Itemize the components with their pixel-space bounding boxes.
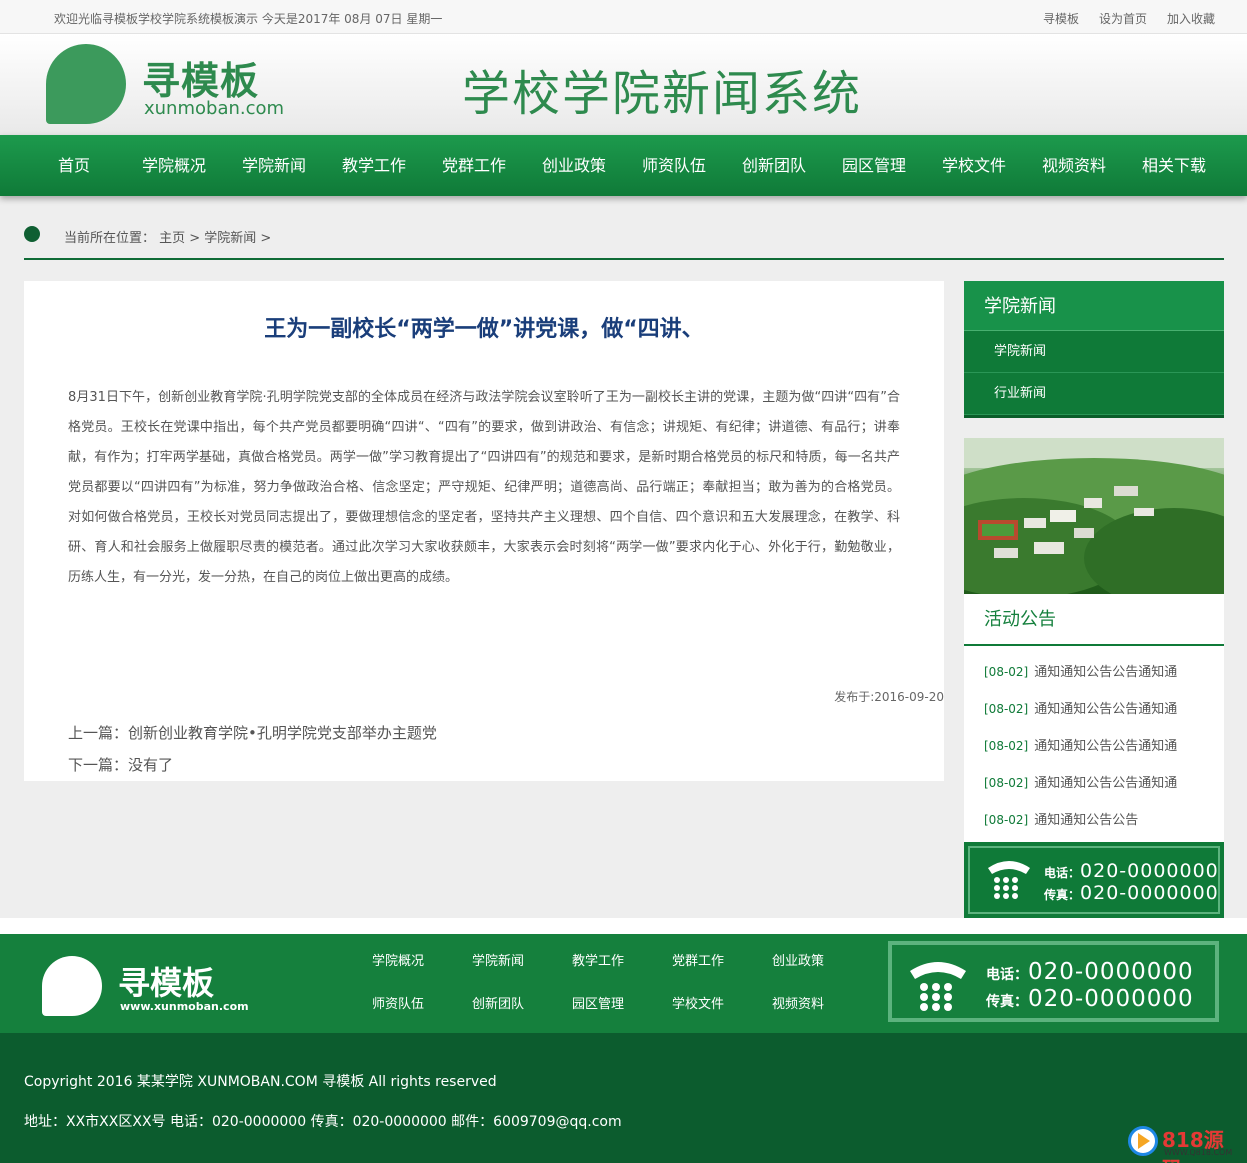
sidebar-item-college-news[interactable]: 学院新闻 (964, 331, 1224, 373)
footer-logo-text: 寻模板 (118, 964, 215, 1002)
tel-label: 电话： (1044, 866, 1081, 880)
logo-url: xunmoban.com (144, 98, 285, 119)
footer-fax-number: 020-0000000 (1028, 986, 1194, 1012)
footer-fax-label: 传真： (986, 994, 1028, 1010)
footer-logo[interactable]: 寻模板 www.xunmoban.com (42, 954, 252, 1018)
article: 王为一副校长“两学一做”讲党课，做“四讲、 8月31日下午，创新创业教育学院·孔… (24, 281, 944, 781)
footer-link-party[interactable]: 党群工作 (648, 944, 748, 987)
footer-links: 学院概况 学院新闻 教学工作 党群工作 创业政策 师资队伍 创新团队 园区管理 … (348, 944, 848, 1030)
location-dot-icon (24, 226, 40, 242)
nav-item-innovation-team[interactable]: 创新团队 (724, 135, 824, 196)
nav-item-overview[interactable]: 学院概况 (124, 135, 224, 196)
notice-date: [08-02] (984, 813, 1029, 827)
sidebar-item-industry-news[interactable]: 行业新闻 (964, 373, 1224, 415)
footer-link-faculty[interactable]: 师资队伍 (348, 987, 448, 1030)
list-item[interactable]: [08-02] 通知通知公告公告 (964, 802, 1224, 839)
footer-telephone-icon (908, 959, 968, 1015)
notice-panel: 活动公告 [08-02] 通知通知公告公告通知通 [08-02] 通知通知公告公告通… (964, 594, 1224, 842)
top-bar: 欢迎光临寻模板学校学院系统模板演示 今天是2017年 08月 07日 星期一 寻… (0, 0, 1247, 34)
footer-tel-label: 电话： (986, 967, 1028, 983)
footer-link-overview[interactable]: 学院概况 (348, 944, 448, 987)
notice-date: [08-02] (984, 702, 1029, 716)
notice-text: 通知通知公告公告 (1034, 813, 1139, 828)
notice-text: 通知通知公告公告通知通 (1034, 739, 1178, 754)
footer-link-campus-management[interactable]: 园区管理 (548, 987, 648, 1030)
list-item[interactable]: [08-02] 通知通知公告公告通知通 (964, 691, 1224, 728)
publish-date: 发布于:2016-09-20 (834, 690, 944, 704)
logo-text: 寻模板 (142, 59, 260, 103)
nav-item-faculty[interactable]: 师资队伍 (624, 135, 724, 196)
footer-logo-url: www.xunmoban.com (120, 1000, 249, 1013)
watermark-brand: 818源码 (1162, 1128, 1224, 1163)
notice-text: 通知通知公告公告通知通 (1034, 702, 1178, 717)
footer-link-news[interactable]: 学院新闻 (448, 944, 548, 987)
header: 寻模板 xunmoban.com 学校学院新闻系统 (0, 34, 1247, 135)
footer-tel-number: 020-0000000 (1028, 959, 1194, 985)
site-logo[interactable]: 寻模板 xunmoban.com (46, 44, 286, 124)
nav-item-teaching[interactable]: 教学工作 (324, 135, 424, 196)
article-body: 8月31日下午，创新创业教育学院·孔明学院党支部的全体成员在经济与政法学院会议室… (68, 390, 900, 585)
notice-date: [08-02] (984, 665, 1029, 679)
sidebar-news-title: 学院新闻 (964, 281, 1224, 331)
notice-text: 通知通知公告公告通知通 (1034, 665, 1178, 680)
notice-date: [08-02] (984, 776, 1029, 790)
footer-link-teaching[interactable]: 教学工作 (548, 944, 648, 987)
footer-contact: 电话：020-0000000 传真：020-0000000 (888, 941, 1219, 1022)
fax-number: 020-0000000 (1080, 882, 1219, 904)
next-article-link[interactable]: 下一篇：没有了 (68, 754, 173, 775)
prev-article-link[interactable]: 上一篇：创新创业教育学院•孔明学院党支部举办主题党 (68, 722, 437, 743)
nav-item-videos[interactable]: 视频资料 (1024, 135, 1124, 196)
top-links: 寻模板 设为首页 加入收藏 (1043, 10, 1215, 27)
nav-item-news[interactable]: 学院新闻 (224, 135, 324, 196)
play-icon (1138, 1133, 1150, 1149)
footer-link-startup-policy[interactable]: 创业政策 (748, 944, 848, 987)
footer-logo-bubble-icon (42, 956, 102, 1016)
site-title: 学校学院新闻系统 (462, 66, 863, 122)
telephone-icon (986, 858, 1032, 904)
welcome-text: 欢迎光临寻模板学校学院系统模板演示 今天是2017年 08月 07日 星期一 (54, 12, 443, 26)
footer-link-videos[interactable]: 视频资料 (748, 987, 848, 1030)
list-item[interactable]: [08-02] 通知通知公告公告通知通 (964, 765, 1224, 802)
footer-link-documents[interactable]: 学校文件 (648, 987, 748, 1030)
top-link-home[interactable]: 寻模板 (1043, 10, 1079, 27)
sidebar-news-menu: 学院新闻 学院新闻 行业新闻 (964, 281, 1224, 418)
list-item[interactable]: [08-02] 通知通知公告公告通知通 (964, 728, 1224, 765)
watermark-url: WWW.Q818.COM (1164, 1148, 1233, 1157)
tel-number: 020-0000000 (1080, 860, 1219, 882)
top-link-bookmark[interactable]: 加入收藏 (1167, 10, 1215, 27)
nav-item-home[interactable]: 首页 (24, 135, 124, 196)
notice-title: 活动公告 (964, 594, 1224, 646)
breadcrumb: 当前所在位置： 主页 > 学院新闻 > (24, 218, 1224, 260)
copyright-text: Copyright 2016 某某学院 XUNMOBAN.COM 寻模板 All… (24, 1074, 497, 1090)
sidebar-contact: 电话：020-0000000 传真：020-0000000 (964, 842, 1224, 918)
campus-aerial-image[interactable] (964, 438, 1224, 594)
address-text: 地址：XX市XX区XX号 电话：020-0000000 传真：020-00000… (24, 1114, 622, 1130)
article-title: 王为一副校长“两学一做”讲党课，做“四讲、 (264, 317, 704, 342)
logo-bubble-icon (46, 44, 126, 124)
main-nav: 首页 学院概况 学院新闻 教学工作 党群工作 创业政策 师资队伍 创新团队 园区… (0, 135, 1247, 196)
divider (0, 918, 1247, 934)
nav-item-startup-policy[interactable]: 创业政策 (524, 135, 624, 196)
nav-item-party[interactable]: 党群工作 (424, 135, 524, 196)
breadcrumb-text[interactable]: 当前所在位置： 主页 > 学院新闻 > (64, 227, 271, 246)
list-item[interactable]: [08-02] 通知通知公告公告通知通 (964, 654, 1224, 691)
watermark-logo: 818源码 WWW.Q818.COM (1128, 1124, 1242, 1163)
nav-item-documents[interactable]: 学校文件 (924, 135, 1024, 196)
nav-item-downloads[interactable]: 相关下载 (1124, 135, 1224, 196)
footer-link-innovation-team[interactable]: 创新团队 (448, 987, 548, 1030)
top-link-set-homepage[interactable]: 设为首页 (1099, 10, 1147, 27)
notice-text: 通知通知公告公告通知通 (1034, 776, 1178, 791)
fax-label: 传真： (1044, 888, 1081, 902)
notice-date: [08-02] (984, 739, 1029, 753)
nav-item-campus-management[interactable]: 园区管理 (824, 135, 924, 196)
copyright-bar: Copyright 2016 某某学院 XUNMOBAN.COM 寻模板 All… (0, 1033, 1247, 1163)
